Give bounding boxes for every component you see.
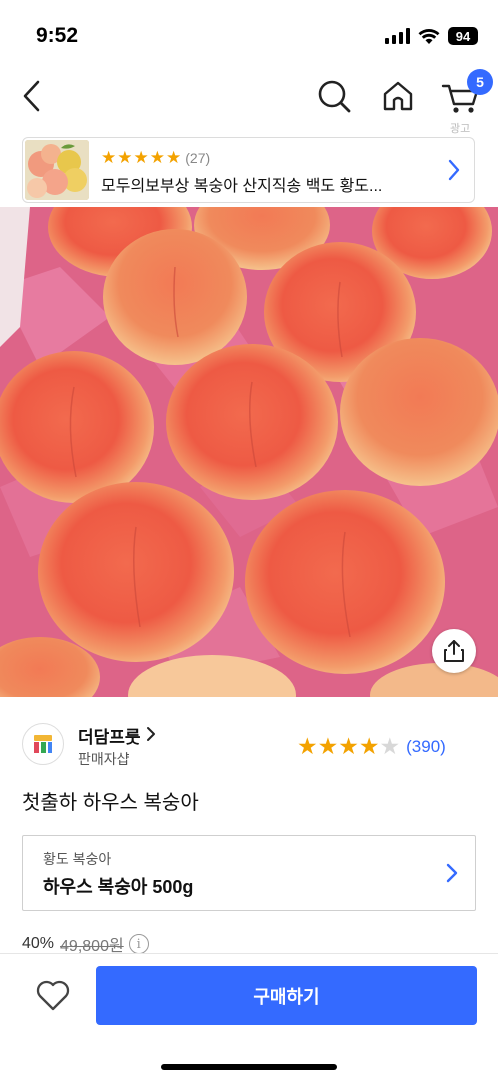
heart-icon[interactable] [34,976,72,1014]
bottom-action-bar: 구매하기 [0,953,498,1080]
ad-rating-count: (27) [185,149,211,166]
seller-name[interactable]: 더담프룻 [78,723,141,748]
info-icon[interactable]: i [128,934,149,954]
battery-level: 94 [455,28,471,44]
buy-button[interactable]: 구매하기 [96,966,477,1025]
star-icon: ★ [101,148,117,167]
product-image[interactable] [0,207,498,697]
ad-title: 모두의보부상 복숭아 산지직송 백도 황도... [101,178,383,195]
discount-rate: 40% [22,935,55,952]
ad-banner[interactable]: ★ ★ ★ ★ ★ (27) 모두의보부상 복숭아 산지직송 백도 황도... [22,137,475,203]
ad-rating: ★ ★ ★ ★ ★ (27) [101,149,210,166]
back-icon[interactable] [14,76,54,116]
star-icon: ★ [149,148,165,167]
product-title: 첫출하 하우스 복숭아 [22,792,199,814]
seller-subtitle: 판매자샵 [78,751,130,767]
ad-label: 광고 [450,123,471,135]
share-button[interactable] [432,629,476,673]
search-icon[interactable] [314,76,354,116]
star-empty-icon: ★ [379,733,401,759]
review-count[interactable]: (390) [406,737,446,757]
star-icon: ★ [338,733,359,759]
battery-icon: 94 [448,27,478,45]
option-selector[interactable]: 황도 복숭아 하우스 복숭아 500g [22,835,476,911]
product-rating[interactable]: ★ ★ ★ ★ ★ (390) [297,735,446,758]
star-icon: ★ [358,733,380,759]
status-icons: 94 [385,27,478,45]
chevron-right-icon [448,159,460,181]
home-indicator [161,1064,337,1070]
option-label: 황도 복숭아 [43,851,112,867]
cart-count-badge: 5 [467,69,493,95]
wifi-icon [418,28,440,44]
star-icon: ★ [117,148,133,167]
star-icon: ★ [133,148,149,167]
option-value: 하우스 복숭아 500g [43,877,194,897]
status-bar: 9:52 94 [0,0,498,64]
top-nav [0,64,498,130]
home-icon[interactable] [378,76,418,116]
star-icon: ★ [317,733,339,759]
seller-logo[interactable] [22,723,64,765]
chevron-right-icon[interactable] [146,726,156,742]
star-icon: ★ [166,148,182,167]
status-time: 9:52 [36,24,79,47]
signal-icon [385,28,410,44]
ad-thumbnail [25,140,89,200]
chevron-right-icon [446,863,458,883]
star-icon: ★ [297,733,318,759]
share-icon [444,640,464,662]
